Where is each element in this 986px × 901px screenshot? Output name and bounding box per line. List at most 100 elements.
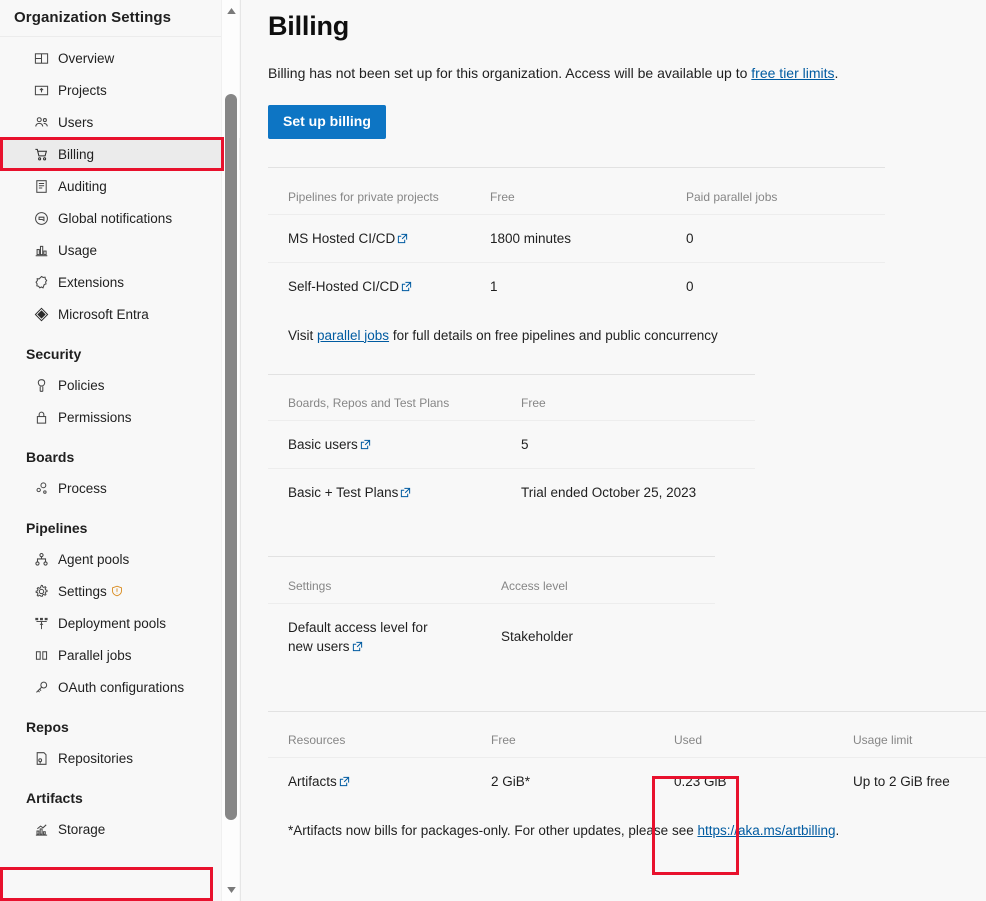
table-header-row: Boards, Repos and Test Plans Free xyxy=(268,375,755,421)
cell-access-level: Stakeholder xyxy=(481,602,715,670)
sidebar-item-label: Deployment pools xyxy=(58,615,167,631)
sidebar-item-repositories[interactable]: Repositories xyxy=(0,742,240,774)
sidebar-group-security: Security xyxy=(26,346,82,362)
auditing-icon xyxy=(33,178,49,194)
external-link-icon xyxy=(352,641,363,652)
table-header-row: Resources Free Used Usage limit xyxy=(268,712,986,758)
basic-users-link[interactable]: Basic users xyxy=(288,437,358,452)
sidebar-title: Organization Settings xyxy=(14,9,172,26)
sidebar-item-overview[interactable]: Overview xyxy=(0,42,240,74)
cell-resource-name[interactable]: Basic users xyxy=(268,420,501,469)
column-header-paid-parallel-jobs: Paid parallel jobs xyxy=(686,189,778,204)
sidebar-item-pipeline-settings[interactable]: Settings xyxy=(0,575,240,607)
agent-pools-icon xyxy=(33,551,49,567)
note-text-after: for full details on free pipelines and p… xyxy=(389,327,718,343)
table-row: Artifacts 2 GiB* 0.23 GiB Up to 2 GiB fr… xyxy=(268,757,986,805)
sidebar-item-label: Projects xyxy=(58,82,107,98)
table-header-row: Pipelines for private projects Free Paid… xyxy=(268,168,885,214)
cell-setting-name[interactable]: Default access level for new users xyxy=(268,602,481,670)
note-text-before: Visit xyxy=(288,327,318,343)
resources-table: Resources Free Used Usage limit Artifact… xyxy=(268,712,986,805)
parallel-jobs-icon xyxy=(33,647,49,663)
sidebar-item-label: Microsoft Entra xyxy=(58,306,149,322)
intro-text-after: . xyxy=(834,65,839,81)
free-tier-limits-link[interactable]: free tier limits xyxy=(751,65,834,81)
cell-resource-name[interactable]: Basic + Test Plans xyxy=(268,468,501,516)
sidebar-group-repos: Repos xyxy=(26,719,69,735)
column-header-access-level: Access level xyxy=(501,578,568,593)
sidebar-item-label: Billing xyxy=(58,146,95,162)
sidebar-item-auditing[interactable]: Auditing xyxy=(0,170,240,202)
sidebar-item-microsoft-entra[interactable]: Microsoft Entra xyxy=(0,298,240,330)
cell-free: 1800 minutes xyxy=(470,213,666,262)
sidebar-item-storage[interactable]: Storage xyxy=(0,813,240,845)
table-row: Default access level for new users Stake… xyxy=(268,602,715,670)
settings-table: Settings Access level Default access lev… xyxy=(268,557,715,670)
column-header-usage-limit: Usage limit xyxy=(853,733,913,747)
sidebar-item-parallel-jobs[interactable]: Parallel jobs xyxy=(0,639,240,671)
sidebar-item-label: Agent pools xyxy=(58,551,130,567)
sidebar-scrollbar[interactable] xyxy=(221,0,239,901)
column-header-resources: Resources xyxy=(288,733,346,747)
scroll-up-arrow-icon[interactable] xyxy=(222,2,240,20)
page-title: Billing xyxy=(268,11,350,41)
table-header-row: Settings Access level xyxy=(268,557,715,603)
process-icon xyxy=(33,480,49,496)
sidebar-item-policies[interactable]: Policies xyxy=(0,369,240,401)
cell-resource-name[interactable]: Artifacts xyxy=(268,757,471,805)
sidebar-scrollbar-thumb[interactable] xyxy=(225,94,237,820)
sidebar-item-global-notifications[interactable]: Global notifications xyxy=(0,202,240,234)
intro-text-before: Billing has not been set up for this org… xyxy=(268,65,752,81)
sidebar-item-label: Overview xyxy=(58,50,115,66)
cell-resource-name[interactable]: Self-Hosted CI/CD xyxy=(268,261,470,310)
sidebar-item-deployment-pools[interactable]: Deployment pools xyxy=(0,607,240,639)
sidebar-item-users[interactable]: Users xyxy=(0,106,240,138)
cell-free: 2 GiB* xyxy=(471,757,654,805)
external-link-icon xyxy=(339,776,350,787)
sidebar-item-agent-pools[interactable]: Agent pools xyxy=(0,543,240,575)
deployment-pools-icon xyxy=(33,615,49,631)
external-link-icon xyxy=(401,281,412,292)
ms-hosted-cicd-link[interactable]: MS Hosted CI/CD xyxy=(288,231,395,246)
external-link-icon xyxy=(397,233,408,244)
artifacts-note: *Artifacts now bills for packages-only. … xyxy=(268,805,986,840)
overview-icon xyxy=(33,50,49,66)
sidebar-primary-list: Overview Projects Users Billing Auditing… xyxy=(0,37,240,845)
cell-free: 1 xyxy=(470,261,666,310)
cell-free: Trial ended October 25, 2023 xyxy=(501,468,755,516)
sidebar-item-projects[interactable]: Projects xyxy=(0,74,240,106)
repositories-icon xyxy=(33,750,49,766)
sidebar-group-artifacts: Artifacts xyxy=(26,790,83,806)
sidebar-item-oauth-configurations[interactable]: OAuth configurations xyxy=(0,671,240,703)
artifacts-note-before: *Artifacts now bills for packages-only. … xyxy=(288,823,698,838)
column-header-free: Free xyxy=(491,733,516,747)
basic-test-plans-link[interactable]: Basic + Test Plans xyxy=(288,485,398,500)
external-link-icon xyxy=(400,487,411,498)
sidebar-item-billing[interactable]: Billing xyxy=(0,138,240,170)
sidebar-group-boards: Boards xyxy=(26,449,75,465)
entra-icon xyxy=(33,306,49,322)
artbilling-link[interactable]: https://aka.ms/artbilling xyxy=(697,823,835,838)
scroll-down-arrow-icon[interactable] xyxy=(222,881,240,899)
sidebar-item-label: Repositories xyxy=(58,750,134,766)
sidebar-item-usage[interactable]: Usage xyxy=(0,234,240,266)
table-row: Self-Hosted CI/CD 1 0 xyxy=(268,261,885,310)
set-up-billing-button[interactable]: Set up billing xyxy=(268,105,386,139)
boards-table: Boards, Repos and Test Plans Free Basic … xyxy=(268,375,755,516)
sidebar-item-permissions[interactable]: Permissions xyxy=(0,401,240,433)
oauth-key-icon xyxy=(33,679,49,695)
column-header-used: Used xyxy=(674,733,703,747)
permissions-lock-icon xyxy=(33,409,49,425)
sidebar-item-process[interactable]: Process xyxy=(0,472,240,504)
cell-resource-name[interactable]: MS Hosted CI/CD xyxy=(268,213,470,262)
self-hosted-cicd-link[interactable]: Self-Hosted CI/CD xyxy=(288,279,399,294)
sidebar-item-label: Settings xyxy=(58,583,107,599)
external-link-icon xyxy=(360,439,371,450)
artifacts-link[interactable]: Artifacts xyxy=(288,774,337,789)
column-header-free: Free xyxy=(521,396,546,410)
column-header-settings: Settings xyxy=(288,578,332,593)
cell-used: 0.23 GiB xyxy=(654,757,833,805)
sidebar-item-extensions[interactable]: Extensions xyxy=(0,266,240,298)
parallel-jobs-link[interactable]: parallel jobs xyxy=(317,328,389,343)
billing-intro-text: Billing has not been set up for this org… xyxy=(268,63,986,83)
